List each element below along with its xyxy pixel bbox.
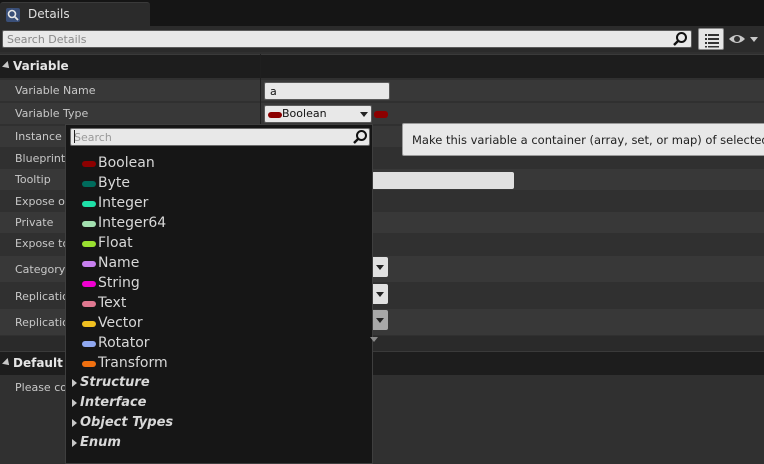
property-label-replicatio: Replicatio: [15, 316, 69, 329]
type-item-float[interactable]: Float: [70, 234, 370, 254]
type-item-label: Transform: [98, 355, 168, 371]
type-item-label: Vector: [98, 315, 143, 331]
text-pin-icon: [82, 301, 96, 307]
name-pin-icon: [82, 261, 96, 267]
type-item-boolean[interactable]: Boolean: [70, 154, 370, 174]
type-item-label: Rotator: [98, 335, 150, 351]
type-category-interface[interactable]: Interface: [70, 394, 370, 414]
type-item-text[interactable]: Text: [70, 294, 370, 314]
property-label-instance-e: Instance E: [15, 130, 73, 143]
type-item-transform[interactable]: Transform: [70, 354, 370, 374]
property-label-expose-to: Expose to: [15, 237, 70, 250]
type-item-label: Text: [98, 295, 127, 311]
expand-arrow-icon: [72, 379, 77, 387]
type-category-label: Enum: [80, 435, 121, 450]
type-item-integer64[interactable]: Integer64: [70, 214, 370, 234]
expand-arrow-icon: [72, 439, 77, 447]
expand-arrow-icon: [72, 419, 77, 427]
variable-name-input[interactable]: [264, 82, 390, 100]
expand-arrow-icon: [72, 399, 77, 407]
category-combo[interactable]: [372, 257, 388, 277]
chevron-down-icon: [360, 112, 368, 117]
type-item-label: Name: [98, 255, 140, 271]
eye-icon[interactable]: [728, 30, 760, 48]
property-label-variable-type: Variable Type: [15, 107, 89, 120]
string-pin-icon: [82, 281, 96, 287]
tab-label: Details: [28, 7, 70, 21]
integer64-pin-icon: [82, 221, 96, 227]
type-category-label: Structure: [80, 375, 150, 390]
tab-details[interactable]: Details: [0, 2, 150, 26]
integer-pin-icon: [82, 201, 96, 207]
tooltip-text: Make this variable a container (array, s…: [412, 133, 764, 147]
type-category-enum[interactable]: Enum: [70, 434, 370, 454]
type-item-rotator[interactable]: Rotator: [70, 334, 370, 354]
float-pin-icon: [82, 241, 96, 247]
type-item-label: Float: [98, 235, 133, 251]
list-icon: [705, 34, 719, 48]
resize-grip-icon[interactable]: [370, 337, 378, 342]
text-caret: [74, 130, 75, 143]
search-icon: [353, 130, 367, 144]
collapse-arrow-icon: [2, 61, 12, 71]
type-category-structure[interactable]: Structure: [70, 374, 370, 394]
search-box[interactable]: [2, 30, 692, 48]
chevron-down-icon: [376, 292, 384, 297]
type-item-label: String: [98, 275, 140, 291]
byte-pin-icon: [82, 181, 96, 187]
default-value-note: Please co: [15, 381, 67, 394]
boolean-pin-icon: [268, 112, 282, 118]
type-search-input[interactable]: [74, 129, 344, 145]
type-item-name[interactable]: Name: [70, 254, 370, 274]
type-search-box[interactable]: [70, 128, 370, 146]
section-variable[interactable]: Variable: [0, 54, 764, 78]
container-type-button[interactable]: [374, 111, 388, 118]
type-category-label: Object Types: [80, 415, 174, 430]
magnifier-icon: [6, 8, 20, 22]
type-item-label: Byte: [98, 175, 130, 191]
type-item-integer[interactable]: Integer: [70, 194, 370, 214]
replication-condition-combo[interactable]: [372, 310, 388, 330]
section-label: Variable: [13, 59, 69, 73]
type-item-string[interactable]: String: [70, 274, 370, 294]
property-label-expose-on: Expose on: [15, 195, 72, 208]
type-category-label: Interface: [80, 395, 147, 410]
property-label-tooltip: Tooltip: [15, 173, 51, 186]
property-label-private: Private: [15, 216, 54, 229]
type-item-label: Integer: [98, 195, 149, 211]
property-label-variable-name: Variable Name: [15, 84, 96, 97]
type-category-object-types[interactable]: Object Types: [70, 414, 370, 434]
search-icon[interactable]: [672, 31, 688, 47]
chevron-down-icon: [376, 265, 384, 270]
vector-pin-icon: [82, 321, 96, 327]
boolean-pin-icon: [82, 161, 96, 167]
type-item-label: Boolean: [98, 155, 155, 171]
transform-pin-icon: [82, 361, 96, 367]
container-tooltip: Make this variable a container (array, s…: [402, 123, 764, 156]
chevron-down-icon: [376, 318, 384, 323]
variable-type-value: Boolean: [282, 107, 327, 120]
rotator-pin-icon: [82, 341, 96, 347]
type-item-vector[interactable]: Vector: [70, 314, 370, 334]
property-label-category: Category: [15, 263, 66, 276]
type-item-byte[interactable]: Byte: [70, 174, 370, 194]
property-matrix-button[interactable]: [698, 28, 724, 50]
search-input[interactable]: [7, 31, 667, 47]
collapse-arrow-icon: [2, 358, 12, 368]
tooltip-field[interactable]: [372, 172, 514, 189]
type-item-label: Integer64: [98, 215, 167, 231]
replication-combo[interactable]: [372, 284, 388, 304]
